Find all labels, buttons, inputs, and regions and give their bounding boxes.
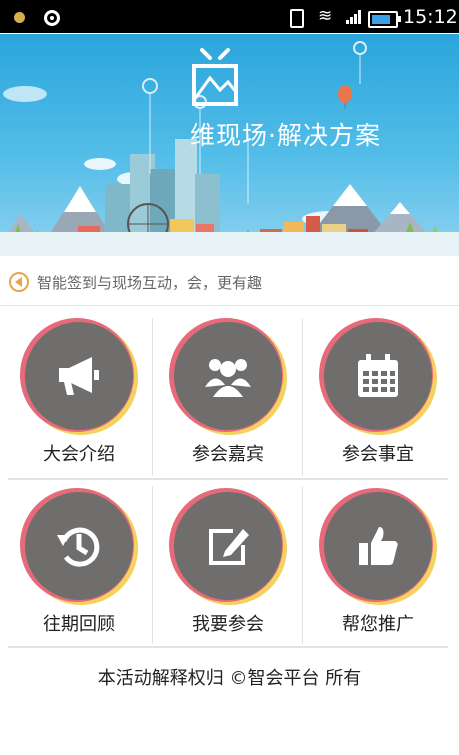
banner-title: 维现场·解决方案 xyxy=(190,121,381,150)
wifi-icon: ≋ xyxy=(318,6,333,26)
menu-label: 参会事宜 xyxy=(342,444,414,465)
banner-ground xyxy=(0,232,459,256)
status-bar: ≋ 15:12 xyxy=(0,0,459,33)
menu-icon-circle xyxy=(174,492,282,600)
edit-icon xyxy=(209,529,249,565)
menu-grid: 大会介绍 参会嘉宾 参会事宜 往期回顾 我要参会 帮您推广 xyxy=(0,316,459,648)
history-icon xyxy=(57,527,100,567)
menu-item-guests[interactable]: 参会嘉宾 xyxy=(153,316,303,476)
notification-dot-icon xyxy=(14,12,25,23)
menu-item-intro[interactable]: 大会介绍 xyxy=(4,316,154,476)
menu-label: 我要参会 xyxy=(192,614,264,635)
hero-banner: 维现场·解决方案 xyxy=(0,34,459,256)
people-icon xyxy=(205,359,251,397)
calendar-icon xyxy=(358,354,398,397)
vibrate-icon xyxy=(290,9,304,28)
menu-label: 帮您推广 xyxy=(342,614,414,635)
divider xyxy=(8,646,448,648)
status-time: 15:12 xyxy=(403,6,458,28)
logo-icon xyxy=(192,48,238,106)
menu-icon-circle xyxy=(174,322,282,430)
thumbs-up-icon xyxy=(359,527,398,565)
menu-icon-circle xyxy=(324,492,432,600)
notice-bar: 智能签到与现场互动，会，更有趣 xyxy=(0,264,459,300)
menu-icon-circle xyxy=(25,322,133,430)
speaker-icon xyxy=(9,272,29,292)
menu-icon-circle xyxy=(324,322,432,430)
divider xyxy=(0,305,459,306)
footer-copyright: 本活动解释权归 ©智会平台 所有 xyxy=(97,668,362,689)
menu-item-history[interactable]: 往期回顾 xyxy=(4,486,154,646)
menu-label: 往期回顾 xyxy=(43,614,115,635)
divider xyxy=(8,478,448,480)
menu-item-matters[interactable]: 参会事宜 xyxy=(303,316,453,476)
menu-item-register[interactable]: 我要参会 xyxy=(153,486,303,646)
menu-label: 参会嘉宾 xyxy=(192,444,264,465)
megaphone-icon xyxy=(59,357,99,395)
battery-icon xyxy=(368,11,401,28)
menu-label: 大会介绍 xyxy=(43,444,115,465)
signal-icon xyxy=(346,10,362,24)
menu-icon-circle xyxy=(25,492,133,600)
menu-item-promote[interactable]: 帮您推广 xyxy=(303,486,453,646)
notice-text: 智能签到与现场互动，会，更有趣 xyxy=(37,274,263,292)
record-icon xyxy=(44,10,60,26)
